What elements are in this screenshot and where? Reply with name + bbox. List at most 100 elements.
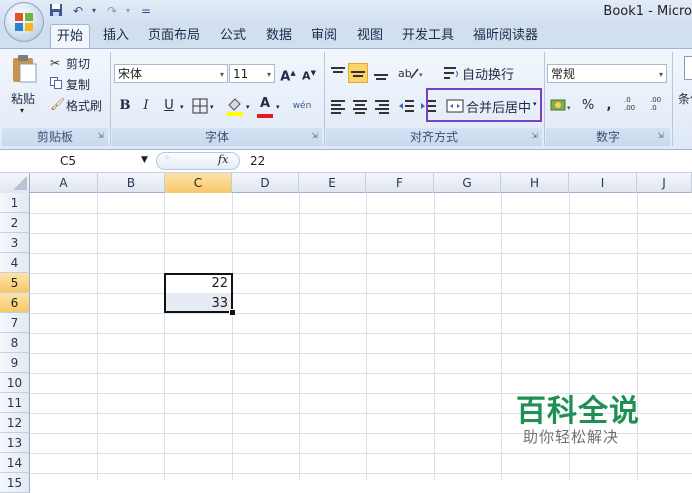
insert-function-button[interactable]: fx bbox=[218, 153, 228, 166]
svg-text:▾: ▾ bbox=[567, 104, 571, 112]
row-header-selected[interactable]: 5 bbox=[0, 273, 30, 293]
font-size-select[interactable]: 11 ▾ bbox=[229, 64, 275, 83]
align-right-icon[interactable] bbox=[373, 97, 391, 115]
redo-dropdown-icon[interactable]: ▾ bbox=[120, 3, 136, 19]
grid-line bbox=[501, 193, 502, 480]
row-header[interactable]: 12 bbox=[0, 413, 30, 433]
chevron-down-icon[interactable]: ▾ bbox=[180, 103, 184, 111]
underline-button[interactable]: U bbox=[160, 96, 178, 116]
column-header[interactable]: E bbox=[299, 173, 366, 193]
align-left-icon[interactable] bbox=[329, 97, 347, 115]
format-painter-button[interactable]: 格式刷 bbox=[66, 97, 102, 114]
align-middle-icon[interactable] bbox=[348, 63, 368, 83]
grid-line bbox=[434, 193, 435, 480]
tab-formulas[interactable]: 公式 bbox=[220, 24, 246, 48]
percent-button[interactable]: % bbox=[580, 96, 596, 116]
tab-page-layout[interactable]: 页面布局 bbox=[148, 24, 200, 48]
fill-color-icon[interactable] bbox=[226, 96, 244, 116]
column-header[interactable]: A bbox=[30, 173, 98, 193]
group-divider bbox=[110, 52, 111, 146]
copy-icon bbox=[50, 77, 62, 89]
row-header[interactable]: 15 bbox=[0, 473, 30, 493]
undo-dropdown-icon[interactable]: ▾ bbox=[86, 3, 102, 19]
paste-dropdown-icon[interactable]: ▾ bbox=[20, 106, 24, 115]
office-button[interactable] bbox=[4, 2, 44, 42]
borders-icon[interactable] bbox=[192, 98, 208, 114]
expand-handle-icon[interactable]: ◦ bbox=[164, 153, 170, 164]
paste-icon[interactable] bbox=[10, 54, 38, 84]
conditional-format-icon[interactable] bbox=[684, 56, 692, 80]
chevron-down-icon[interactable]: ▼ bbox=[141, 155, 148, 165]
row-header[interactable]: 1 bbox=[0, 193, 30, 213]
grid-line bbox=[97, 193, 98, 480]
font-name-select[interactable]: 宋体 ▾ bbox=[114, 64, 228, 83]
row-header-selected[interactable]: 6 bbox=[0, 293, 30, 313]
tab-review[interactable]: 审阅 bbox=[311, 24, 337, 48]
chevron-down-icon[interactable]: ▾ bbox=[276, 103, 280, 111]
column-header[interactable]: J bbox=[637, 173, 692, 193]
cut-button[interactable]: 剪切 bbox=[66, 55, 90, 72]
row-header[interactable]: 7 bbox=[0, 313, 30, 333]
column-header[interactable]: G bbox=[434, 173, 501, 193]
chevron-down-icon: ▾ bbox=[266, 70, 271, 79]
number-format-select[interactable]: 常规 ▾ bbox=[547, 64, 667, 83]
shrink-font-button[interactable]: A▼ bbox=[299, 63, 319, 83]
row-header[interactable]: 13 bbox=[0, 433, 30, 453]
grow-font-button[interactable]: A▲ bbox=[278, 63, 298, 84]
chevron-down-icon[interactable]: ▾ bbox=[246, 103, 250, 111]
row-header[interactable]: 3 bbox=[0, 233, 30, 253]
currency-icon[interactable]: ▾ bbox=[550, 97, 574, 115]
column-header[interactable]: F bbox=[366, 173, 434, 193]
row-header[interactable]: 11 bbox=[0, 393, 30, 413]
tab-foxit-reader[interactable]: 福昕阅读器 bbox=[473, 24, 538, 48]
increase-decimal-button[interactable]: .0 .00 bbox=[624, 96, 646, 116]
row-header[interactable]: 8 bbox=[0, 333, 30, 353]
row-header[interactable]: 4 bbox=[0, 253, 30, 273]
wrap-text-button[interactable]: 自动换行 bbox=[462, 64, 514, 83]
decrease-indent-icon[interactable] bbox=[398, 97, 416, 115]
align-center-icon[interactable] bbox=[351, 97, 369, 115]
select-all-button[interactable] bbox=[0, 173, 30, 193]
column-header[interactable]: D bbox=[232, 173, 299, 193]
chevron-down-icon[interactable]: ▾ bbox=[210, 103, 214, 111]
italic-button[interactable]: I bbox=[138, 96, 154, 116]
number-format-value: 常规 bbox=[551, 67, 576, 81]
formula-input[interactable]: 22 bbox=[250, 151, 265, 171]
column-header[interactable]: H bbox=[501, 173, 569, 193]
undo-icon[interactable]: ↶ bbox=[70, 3, 86, 19]
redo-icon[interactable]: ↷ bbox=[104, 3, 120, 19]
row-header[interactable]: 9 bbox=[0, 353, 30, 373]
column-header-selected[interactable]: C bbox=[165, 173, 232, 193]
phonetic-button[interactable]: wén bbox=[288, 96, 316, 116]
tab-view[interactable]: 视图 bbox=[357, 24, 383, 48]
name-box[interactable]: C5 bbox=[0, 151, 152, 171]
copy-button[interactable]: 复制 bbox=[66, 76, 90, 93]
align-top-icon[interactable] bbox=[329, 64, 347, 82]
save-icon[interactable] bbox=[48, 3, 64, 19]
fill-handle[interactable] bbox=[229, 309, 236, 316]
decrease-decimal-button[interactable]: .00 .0 bbox=[650, 96, 672, 116]
customize-toolbar-icon[interactable]: = bbox=[138, 3, 154, 19]
bold-button[interactable]: B bbox=[116, 96, 134, 116]
conditional-format-button[interactable]: 条件 bbox=[678, 90, 692, 107]
row-header[interactable]: 2 bbox=[0, 213, 30, 233]
tab-developer[interactable]: 开发工具 bbox=[402, 24, 454, 48]
font-color-button[interactable]: A bbox=[256, 94, 274, 114]
clipboard-launcher-icon[interactable]: ⇲ bbox=[96, 131, 105, 140]
tab-insert[interactable]: 插入 bbox=[103, 24, 129, 48]
row-header[interactable]: 14 bbox=[0, 453, 30, 473]
column-header[interactable]: B bbox=[98, 173, 165, 193]
alignment-launcher-icon[interactable]: ⇲ bbox=[530, 131, 539, 140]
number-launcher-icon[interactable]: ⇲ bbox=[656, 131, 665, 140]
tab-home[interactable]: 开始 bbox=[50, 24, 90, 49]
tab-data[interactable]: 数据 bbox=[266, 24, 292, 48]
font-group-label: 字体 bbox=[112, 128, 322, 146]
column-header[interactable]: I bbox=[569, 173, 637, 193]
row-header[interactable]: 10 bbox=[0, 373, 30, 393]
scissors-icon: ✂ bbox=[50, 56, 61, 70]
orientation-icon[interactable]: ab ▾ bbox=[396, 63, 424, 83]
font-launcher-icon[interactable]: ⇲ bbox=[310, 131, 319, 140]
comma-style-button[interactable]: , bbox=[602, 96, 616, 116]
align-bottom-icon[interactable] bbox=[372, 64, 390, 82]
paste-button[interactable]: 粘贴 bbox=[11, 90, 35, 107]
